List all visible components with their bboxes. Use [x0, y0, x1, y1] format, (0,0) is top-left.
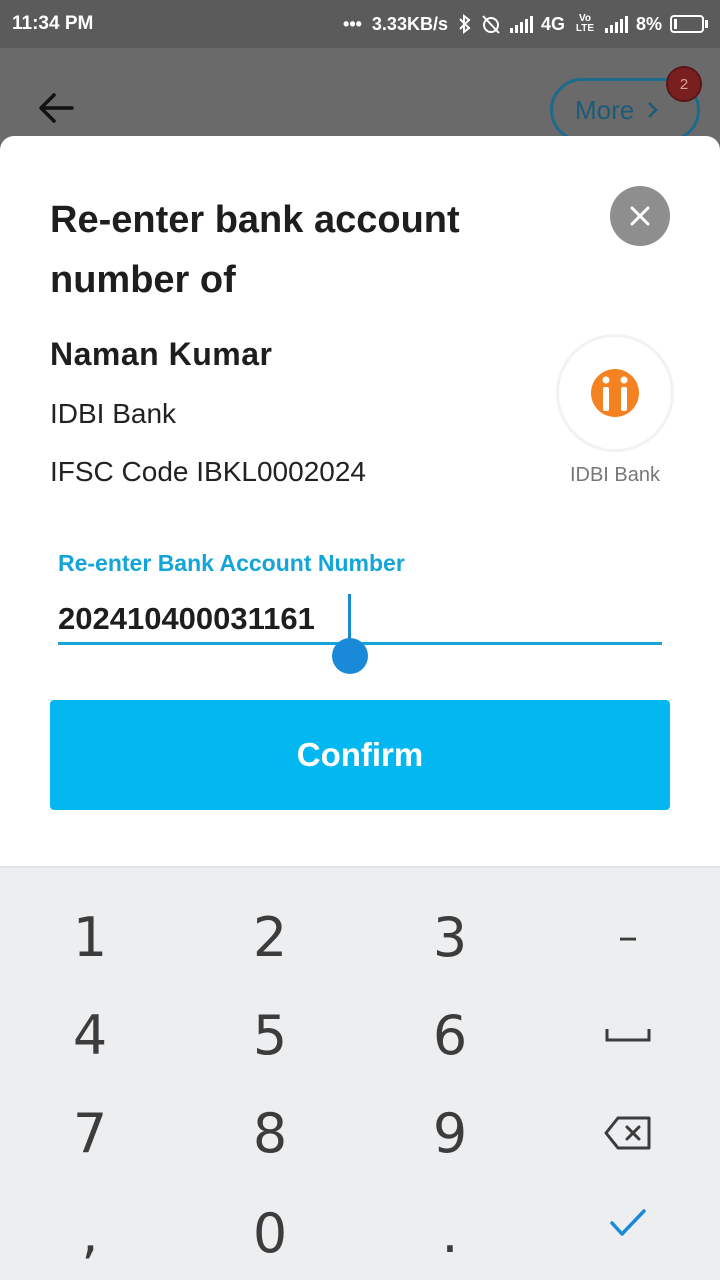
notification-badge: 2: [666, 66, 702, 102]
bluetooth-icon: [459, 14, 471, 34]
status-dots: •••: [343, 13, 362, 34]
status-bar: 11:34 PM ••• 3.33KB/s 4G Vo LTE 8%: [0, 0, 720, 48]
backspace-icon: [604, 1116, 651, 1150]
key-9[interactable]: 9: [360, 1084, 540, 1182]
key-1[interactable]: 1: [0, 888, 180, 986]
text-caret: [348, 594, 351, 642]
ifsc-code: IFSC Code IBKL0002024: [50, 456, 366, 487]
key-0[interactable]: 0: [180, 1184, 360, 1280]
bank-logo-caption: IDBI Bank: [569, 464, 661, 486]
chevron-right-icon: [648, 102, 659, 118]
key-period[interactable]: .: [360, 1184, 540, 1280]
status-indicators: ••• 3.33KB/s 4G Vo LTE 8%: [343, 14, 708, 35]
signal-icon: [509, 15, 533, 33]
key-backspace[interactable]: [538, 1084, 718, 1182]
status-icons: 4G Vo LTE 8%: [458, 14, 708, 35]
more-label: More: [575, 94, 635, 125]
checkmark-icon: [610, 1209, 646, 1236]
alarm-off-icon: [482, 15, 500, 34]
key-6[interactable]: 6: [360, 986, 540, 1084]
reenter-account-sheet: Re-enter bank account number of Naman Ku…: [0, 136, 720, 876]
close-button[interactable]: [610, 186, 670, 246]
idbi-logo-icon: [591, 369, 639, 417]
account-number-input[interactable]: [58, 596, 662, 642]
bank-name: IDBI Bank: [50, 398, 177, 429]
space-icon: [605, 1029, 651, 1042]
close-icon: [630, 206, 650, 226]
volte-indicator: Vo LTE: [575, 13, 595, 34]
key-5[interactable]: 5: [180, 986, 360, 1084]
key-done[interactable]: [538, 1174, 718, 1272]
account-number-label: Re-enter Bank Account Number: [58, 550, 405, 576]
battery-charging-icon: [670, 15, 708, 33]
key-2[interactable]: 2: [180, 888, 360, 986]
key-8[interactable]: 8: [180, 1084, 360, 1182]
key-comma[interactable]: ,: [0, 1184, 180, 1280]
confirm-button[interactable]: Confirm: [50, 700, 670, 810]
key-7[interactable]: 7: [0, 1084, 180, 1182]
key-minus[interactable]: –: [538, 888, 718, 986]
cursor-handle[interactable]: [332, 638, 368, 674]
sheet-title: Re-enter bank account number of: [50, 199, 460, 301]
status-time: 11:34 PM: [12, 13, 94, 34]
key-4[interactable]: 4: [0, 986, 180, 1084]
key-3[interactable]: 3: [360, 888, 540, 986]
battery-percent: 8%: [635, 13, 662, 34]
signal-icon-2: [604, 15, 628, 33]
key-space[interactable]: [538, 986, 718, 1084]
network-type: 4G: [540, 13, 565, 34]
back-arrow-icon[interactable]: [36, 88, 76, 128]
bank-logo: [556, 334, 674, 452]
payee-name: Naman Kumar: [50, 336, 273, 372]
net-speed: 3.33KB/s: [371, 13, 448, 34]
numeric-keypad: 1 2 3 – 4 5 6 7 8 9 , 0 .: [0, 866, 720, 1280]
